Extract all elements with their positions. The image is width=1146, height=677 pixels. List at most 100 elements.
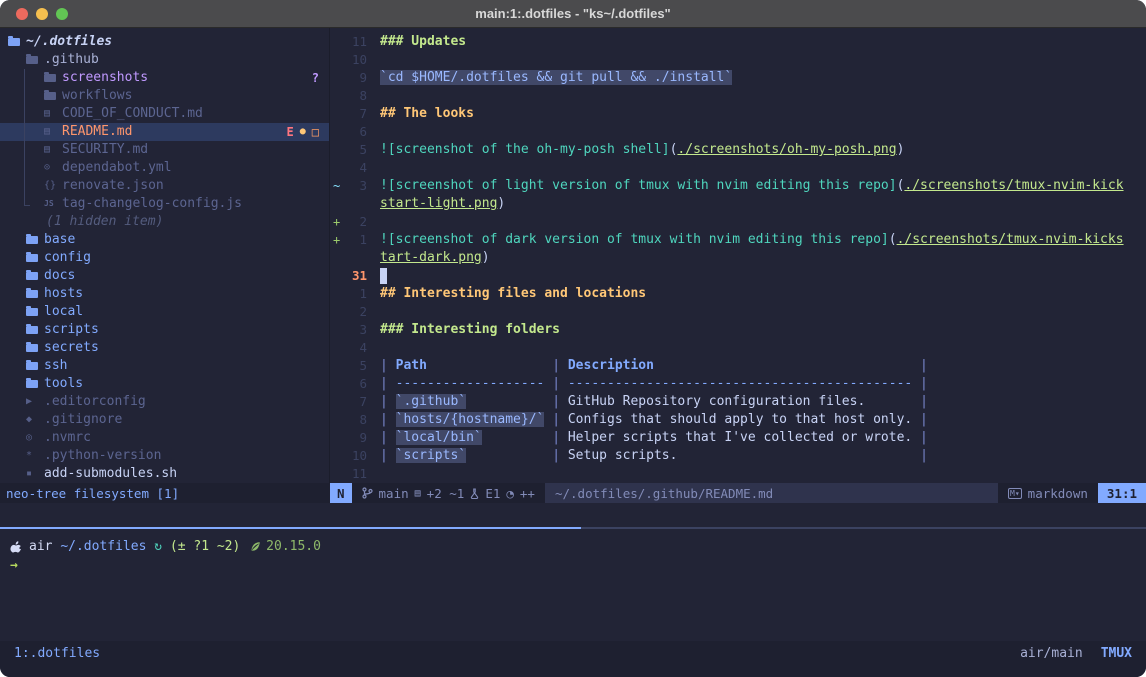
line-number: 10 bbox=[343, 51, 367, 69]
editor-line[interactable]: 6 bbox=[330, 123, 1146, 141]
file-path: ~/.dotfiles/.github/README.md bbox=[545, 483, 998, 503]
editor-line[interactable]: +2 bbox=[330, 213, 1146, 231]
tree-item-workflows[interactable]: workflows bbox=[0, 87, 329, 105]
editor-line[interactable]: 9| `local/bin` | Helper scripts that I'v… bbox=[330, 429, 1146, 447]
tree-item-security-md[interactable]: ▤SECURITY.md bbox=[0, 141, 329, 159]
editor-line[interactable]: 5| Path | Description | bbox=[330, 357, 1146, 375]
tree-item-editorconfig[interactable]: ▶.editorconfig bbox=[0, 393, 329, 411]
editor-line[interactable]: 3### Interesting folders bbox=[330, 321, 1146, 339]
tree-item-code-of-conduct-md[interactable]: ▤CODE_OF_CONDUCT.md bbox=[0, 105, 329, 123]
git-status-badges: E●□ bbox=[287, 123, 320, 141]
editor-line[interactable]: 8 bbox=[330, 87, 1146, 105]
line-number: 7 bbox=[343, 105, 367, 123]
editor-line[interactable]: 4 bbox=[330, 159, 1146, 177]
tree-item-1-hidden-item[interactable]: (1 hidden item) bbox=[0, 213, 329, 231]
line-number: 2 bbox=[343, 213, 367, 231]
shell-pane[interactable]: air ~/.dotfiles ↻ (± ?1 ~2) 20.15.0 → bbox=[0, 529, 1146, 641]
statusline-extra: ++ bbox=[520, 486, 535, 501]
editor-buffer[interactable]: 11### Updates109`cd $HOME/.dotfiles && g… bbox=[330, 28, 1146, 483]
editor-line[interactable]: 7| `.github` | GitHub Repository configu… bbox=[330, 393, 1146, 411]
tree-item-config[interactable]: config bbox=[0, 249, 329, 267]
prompt-git-status: (± ?1 ~2) bbox=[170, 537, 240, 556]
zoom-button-icon[interactable] bbox=[56, 8, 68, 20]
tree-item-secrets[interactable]: secrets bbox=[0, 339, 329, 357]
tree-item-base[interactable]: base bbox=[0, 231, 329, 249]
neo-tree-sidebar: ~/.dotfiles.githubscreenshots?workflows▤… bbox=[0, 28, 330, 483]
line-text: start-light.png) bbox=[367, 195, 1146, 213]
editor-line[interactable]: 1## Interesting files and locations bbox=[330, 285, 1146, 303]
line-text: ![screenshot of dark version of tmux wit… bbox=[367, 231, 1146, 249]
line-text bbox=[367, 267, 1146, 285]
nvim-cmdline bbox=[0, 503, 1146, 527]
tree-item-nvmrc[interactable]: ◎.nvmrc bbox=[0, 429, 329, 447]
line-number: 7 bbox=[343, 393, 367, 411]
tree-item-dotfiles[interactable]: ~/.dotfiles bbox=[0, 33, 329, 51]
line-number: 1 bbox=[343, 285, 367, 303]
tree-item-label: .gitignore bbox=[44, 411, 122, 429]
tree-item-tag-changelog-config-js[interactable]: JStag-changelog-config.js bbox=[0, 195, 329, 213]
editor-line[interactable]: 6| ------------------- | ---------------… bbox=[330, 375, 1146, 393]
tree-item-scripts[interactable]: scripts bbox=[0, 321, 329, 339]
tree-item-github[interactable]: .github bbox=[0, 51, 329, 69]
tree-item-python-version[interactable]: *.python-version bbox=[0, 447, 329, 465]
node-version: 20.15.0 bbox=[266, 537, 321, 556]
tree-item-label: docs bbox=[44, 267, 75, 285]
tmux-window-tab[interactable]: 1:.dotfiles bbox=[14, 646, 100, 661]
line-number: 9 bbox=[343, 69, 367, 87]
tree-item-tools[interactable]: tools bbox=[0, 375, 329, 393]
tree-item-label: config bbox=[44, 249, 91, 267]
editor-line[interactable]: 5![screenshot of the oh-my-posh shell](.… bbox=[330, 141, 1146, 159]
close-button-icon[interactable] bbox=[16, 8, 28, 20]
line-text: tart-dark.png) bbox=[367, 249, 1146, 267]
tmux-session-name: air/main bbox=[1020, 646, 1083, 661]
tree-item-readme-md[interactable]: ▤README.mdE●□ bbox=[0, 123, 329, 141]
file-braces-icon: {} bbox=[44, 177, 60, 195]
editor-line[interactable]: +1![screenshot of dark version of tmux w… bbox=[330, 231, 1146, 249]
folder-icon bbox=[26, 236, 42, 244]
tree-item-docs[interactable]: docs bbox=[0, 267, 329, 285]
tree-item-label: dependabot.yml bbox=[62, 159, 172, 177]
editor-line[interactable]: 11### Updates bbox=[330, 33, 1146, 51]
tree-item-label: scripts bbox=[44, 321, 99, 339]
editor-line[interactable]: tart-dark.png) bbox=[330, 249, 1146, 267]
editor-line[interactable]: 10| `scripts` | Setup scripts. | bbox=[330, 447, 1146, 465]
editor-line[interactable]: 2 bbox=[330, 303, 1146, 321]
tree-item-label: base bbox=[44, 231, 75, 249]
tree-item-add-submodules-sh[interactable]: ▪add-submodules.sh bbox=[0, 465, 329, 483]
editor-line[interactable]: 7## The looks bbox=[330, 105, 1146, 123]
line-text: | `hosts/{hostname}/` | Configs that sho… bbox=[367, 411, 1146, 429]
tree-item-label: secrets bbox=[44, 339, 99, 357]
folder-icon bbox=[26, 308, 42, 316]
line-number: 8 bbox=[343, 87, 367, 105]
editor-line[interactable]: 10 bbox=[330, 51, 1146, 69]
tree-item-renovate-json[interactable]: {}renovate.json bbox=[0, 177, 329, 195]
editor-line[interactable]: 11 bbox=[330, 465, 1146, 483]
line-text: ### Interesting folders bbox=[367, 321, 1146, 339]
tree-item-gitignore[interactable]: ◆.gitignore bbox=[0, 411, 329, 429]
editor-line[interactable]: start-light.png) bbox=[330, 195, 1146, 213]
editor-line[interactable]: 8| `hosts/{hostname}/` | Configs that sh… bbox=[330, 411, 1146, 429]
editor-line[interactable]: 31 bbox=[330, 267, 1146, 285]
editor-line[interactable]: ~3![screenshot of light version of tmux … bbox=[330, 177, 1146, 195]
line-number: 3 bbox=[343, 177, 367, 195]
tree-item-label: add-submodules.sh bbox=[44, 465, 177, 483]
tree-item-dependabot-yml[interactable]: ⊙dependabot.yml bbox=[0, 159, 329, 177]
file-md-icon: ▤ bbox=[44, 141, 60, 159]
prompt-cwd: ~/.dotfiles bbox=[60, 537, 146, 556]
tree-item-label: ~/.dotfiles bbox=[26, 33, 112, 51]
tree-item-local[interactable]: local bbox=[0, 303, 329, 321]
line-number: 5 bbox=[343, 357, 367, 375]
minimize-button-icon[interactable] bbox=[36, 8, 48, 20]
tree-item-screenshots[interactable]: screenshots? bbox=[0, 69, 329, 87]
line-number: 9 bbox=[343, 429, 367, 447]
tmux-status-bar: 1:.dotfiles air/main TMUX bbox=[0, 641, 1146, 677]
file-flag-icon: ▶ bbox=[26, 393, 42, 411]
git-branch-icon bbox=[362, 487, 373, 499]
folder-icon bbox=[26, 326, 42, 334]
editor-line[interactable]: 4 bbox=[330, 339, 1146, 357]
tree-item-hosts[interactable]: hosts bbox=[0, 285, 329, 303]
tree-item-ssh[interactable]: ssh bbox=[0, 357, 329, 375]
editor-line[interactable]: 9`cd $HOME/.dotfiles && git pull && ./in… bbox=[330, 69, 1146, 87]
folder-icon bbox=[26, 344, 42, 352]
gutter-sign: + bbox=[330, 231, 343, 249]
